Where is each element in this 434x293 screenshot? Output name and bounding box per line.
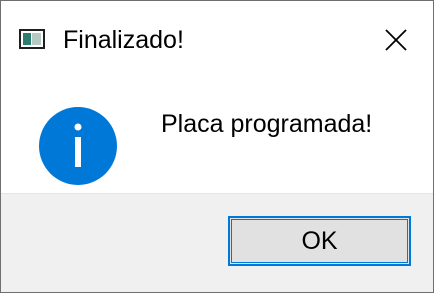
close-icon	[385, 29, 407, 51]
dialog-content: Placa programada!	[1, 73, 433, 193]
dialog-message: Placa programada!	[161, 110, 373, 138]
app-window-icon	[19, 29, 45, 49]
ok-button[interactable]: OK	[228, 216, 411, 266]
message-dialog: Finalizado! Placa programada! OK	[0, 0, 434, 293]
close-button[interactable]	[371, 19, 419, 59]
ok-button-label: OK	[301, 227, 338, 255]
title-bar: Finalizado!	[1, 1, 433, 73]
dialog-title: Finalizado!	[63, 26, 184, 54]
info-icon	[39, 107, 117, 185]
dialog-footer: OK	[1, 193, 433, 292]
